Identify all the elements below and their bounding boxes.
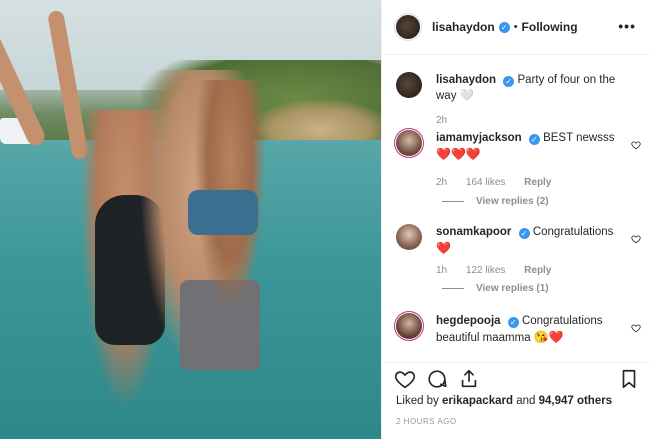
view-replies-label: View replies (2) (476, 196, 549, 207)
following-button[interactable]: Following (522, 20, 578, 34)
comments-list[interactable]: lisahaydon ✓ Party of four on the way 🤍 … (382, 56, 649, 356)
share-icon[interactable] (458, 368, 480, 390)
liked-by-and: and (513, 395, 539, 407)
avatar[interactable] (396, 15, 420, 39)
comment-likes[interactable]: 164 likes (466, 177, 505, 188)
reply-button[interactable]: Reply (524, 177, 551, 188)
verified-badge-icon: ✓ (498, 21, 510, 33)
replies-line (442, 287, 464, 289)
verified-badge-icon: ✓ (518, 228, 530, 239)
view-replies-button[interactable]: View replies (1) (442, 283, 549, 294)
comment-text: hegdepooja ✓ Congratulations beautiful m… (436, 313, 621, 346)
liked-by-user[interactable]: erikapackard (442, 395, 513, 407)
view-replies-label: View replies (1) (476, 283, 549, 294)
comment-meta: 1h 122 likes Reply (436, 265, 567, 276)
comment-emoji: ❤️ (436, 241, 451, 255)
caption-text: lisahaydon ✓ Party of four on the way 🤍 (436, 72, 621, 104)
comment-body: Congratulations (532, 226, 614, 238)
comment-item: iamamyjackson ✓ BEST newsss ❤️❤️❤️ 2h 16… (396, 130, 641, 214)
replies-line (442, 200, 464, 202)
avatar[interactable] (396, 313, 422, 339)
comment-text: sonamkapoor ✓ Congratulations ❤️ (436, 224, 621, 257)
reply-button[interactable]: Reply (524, 265, 551, 276)
post-header: lisahaydon ✓ • Following ••• (382, 0, 649, 55)
bookmark-icon[interactable] (618, 368, 640, 390)
avatar[interactable] (396, 72, 422, 98)
caption-meta: 2h (436, 115, 463, 126)
post-actions (382, 362, 649, 392)
post-username[interactable]: lisahaydon (432, 20, 495, 34)
avatar[interactable] (396, 130, 422, 156)
post-photo[interactable] (0, 0, 381, 439)
caption-time[interactable]: 2h (436, 115, 447, 126)
caption-username[interactable]: lisahaydon (436, 74, 496, 86)
liked-by-line: Liked by erikapackard and 94,947 others (396, 395, 612, 407)
comment-like-heart-icon[interactable] (631, 323, 641, 333)
comment-time[interactable]: 1h (436, 265, 447, 276)
verified-badge-icon: ✓ (528, 134, 540, 145)
comment-emoji: ❤️❤️❤️ (436, 147, 481, 161)
view-replies-button[interactable]: View replies (2) (442, 196, 549, 207)
verified-badge-icon: ✓ (507, 317, 519, 328)
liked-by-others[interactable]: 94,947 others (539, 395, 613, 407)
heart-icon[interactable] (394, 368, 416, 390)
photo-child-shorts (188, 190, 258, 235)
comment-username[interactable]: iamamyjackson (436, 132, 522, 144)
post-side-panel: lisahaydon ✓ • Following ••• lisahaydon … (381, 0, 649, 439)
comment-like-heart-icon[interactable] (631, 234, 641, 244)
more-options-icon[interactable]: ••• (618, 18, 636, 34)
post-timestamp[interactable]: 2 HOURS AGO (396, 417, 457, 426)
comment-username[interactable]: hegdepooja (436, 315, 501, 327)
separator-dot: • (513, 21, 518, 33)
comment-likes[interactable]: 122 likes (466, 265, 505, 276)
verified-badge-icon: ✓ (503, 76, 515, 87)
caption-row: lisahaydon ✓ Party of four on the way 🤍 … (396, 72, 641, 128)
comment-body: BEST newsss (543, 132, 615, 144)
comment-item: sonamkapoor ✓ Congratulations ❤️ 1h 122 … (396, 224, 641, 308)
liked-by-prefix: Liked by (396, 395, 443, 407)
comment-username[interactable]: sonamkapoor (436, 226, 511, 238)
comment-icon[interactable] (426, 368, 448, 390)
comment-meta: 2h 164 likes Reply (436, 177, 567, 188)
comment-item: hegdepooja ✓ Congratulations beautiful m… (396, 313, 641, 356)
comment-text: iamamyjackson ✓ BEST newsss ❤️❤️❤️ (436, 130, 621, 163)
avatar[interactable] (396, 224, 422, 250)
comment-like-heart-icon[interactable] (631, 140, 641, 150)
comment-emoji: 😘❤️ (533, 330, 564, 344)
comment-time[interactable]: 2h (436, 177, 447, 188)
